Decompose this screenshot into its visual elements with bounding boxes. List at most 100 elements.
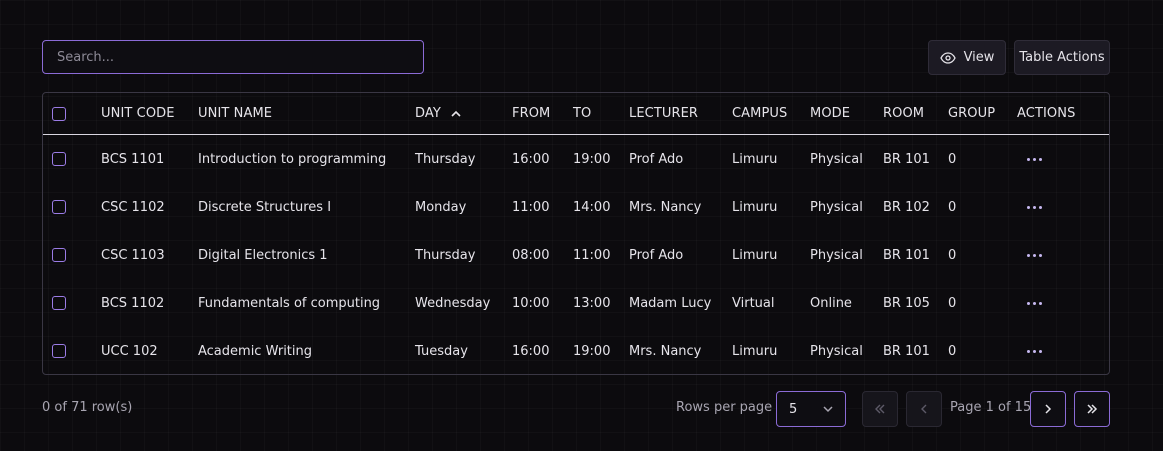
- row-actions-cell[interactable]: [1027, 135, 1042, 183]
- cell-campus: Virtual: [732, 295, 775, 311]
- cell-from: 11:00: [512, 199, 550, 215]
- cell-unit-code: CSC 1103: [101, 247, 165, 263]
- cell-lecturer: Prof Ado: [629, 247, 684, 263]
- cell-group: 0: [948, 199, 957, 215]
- cell-mode: Physical: [810, 343, 863, 359]
- column-header-to[interactable]: TO: [573, 93, 591, 134]
- table-row: BCS 1101 Introduction to programming Thu…: [43, 135, 1109, 183]
- cell-day: Tuesday: [415, 343, 468, 359]
- column-header-unit-name[interactable]: UNIT NAME: [198, 93, 272, 134]
- cell-room: BR 105: [883, 295, 930, 311]
- table-row: CSC 1103 Digital Electronics 1 Thursday …: [43, 231, 1109, 279]
- first-page-button[interactable]: [862, 391, 898, 427]
- next-page-button[interactable]: [1030, 391, 1066, 427]
- row-actions-cell[interactable]: [1027, 327, 1042, 374]
- chevron-right-icon: [1045, 404, 1052, 414]
- cell-day: Wednesday: [415, 295, 491, 311]
- cell-campus: Limuru: [732, 247, 778, 263]
- search-field[interactable]: [42, 40, 424, 74]
- cell-unit-name: Academic Writing: [198, 343, 313, 359]
- cell-mode: Physical: [810, 151, 863, 167]
- cell-unit-name: Digital Electronics 1: [198, 247, 328, 263]
- column-header-unit-code[interactable]: UNIT CODE: [101, 93, 175, 134]
- row-checkbox-cell[interactable]: [52, 135, 66, 183]
- cell-unit-name: Discrete Structures I: [198, 199, 332, 215]
- table-row: CSC 1102 Discrete Structures I Monday 11…: [43, 183, 1109, 231]
- cell-unit-code: BCS 1102: [101, 295, 165, 311]
- cell-to: 13:00: [573, 295, 611, 311]
- rows-per-page-label: Rows per page: [676, 400, 773, 415]
- cell-mode: Physical: [810, 199, 863, 215]
- column-header-lecturer[interactable]: LECTURER: [629, 93, 698, 134]
- cell-from: 10:00: [512, 295, 550, 311]
- column-header-room[interactable]: ROOM: [883, 93, 924, 134]
- selection-count: 0 of 71 row(s): [42, 400, 133, 415]
- table-actions-label: Table Actions: [1019, 50, 1105, 65]
- column-header-day[interactable]: DAY: [415, 93, 461, 134]
- select-all-checkbox[interactable]: [52, 106, 66, 121]
- cell-mode: Physical: [810, 247, 863, 263]
- row-checkbox[interactable]: [52, 248, 66, 262]
- table-row: UCC 102 Academic Writing Tuesday 16:00 1…: [43, 327, 1109, 374]
- cell-lecturer: Mrs. Nancy: [629, 343, 702, 359]
- cell-unit-code: UCC 102: [101, 343, 158, 359]
- column-header-group[interactable]: GROUP: [948, 93, 995, 134]
- view-button-label: View: [963, 50, 995, 65]
- table-row: BCS 1102 Fundamentals of computing Wedne…: [43, 279, 1109, 327]
- more-horizontal-icon[interactable]: [1027, 253, 1042, 257]
- search-input[interactable]: [55, 48, 423, 66]
- chevron-left-icon: [921, 404, 927, 414]
- more-horizontal-icon[interactable]: [1027, 349, 1042, 353]
- view-button[interactable]: View: [928, 40, 1006, 75]
- rows-per-page-select[interactable]: 5: [776, 391, 846, 427]
- page-indicator: Page 1 of 15: [950, 400, 1032, 415]
- cell-room: BR 101: [883, 247, 930, 263]
- row-actions-cell[interactable]: [1027, 183, 1042, 231]
- row-checkbox[interactable]: [52, 200, 66, 214]
- cell-campus: Limuru: [732, 343, 778, 359]
- column-header-actions: ACTIONS: [1017, 106, 1076, 121]
- data-table: UNIT CODE UNIT NAME DAY FROM TO LECTURER…: [42, 92, 1110, 375]
- cell-day: Thursday: [415, 151, 476, 167]
- eye-icon: [939, 51, 956, 64]
- cell-to: 19:00: [573, 343, 611, 359]
- rows-per-page-value: 5: [789, 401, 798, 417]
- chevron-down-icon: [823, 405, 833, 412]
- more-horizontal-icon[interactable]: [1027, 205, 1042, 209]
- cell-unit-name: Fundamentals of computing: [198, 295, 381, 311]
- more-horizontal-icon[interactable]: [1027, 157, 1042, 161]
- cell-unit-name: Introduction to programming: [198, 151, 387, 167]
- cell-to: 14:00: [573, 199, 611, 215]
- cell-lecturer: Mrs. Nancy: [629, 199, 702, 215]
- row-checkbox[interactable]: [52, 344, 66, 358]
- row-actions-cell[interactable]: [1027, 279, 1042, 327]
- select-all-checkbox-cell[interactable]: [52, 93, 66, 134]
- cell-mode: Online: [810, 295, 852, 311]
- row-checkbox-cell[interactable]: [52, 231, 66, 279]
- previous-page-button[interactable]: [906, 391, 942, 427]
- row-checkbox-cell[interactable]: [52, 183, 66, 231]
- more-horizontal-icon[interactable]: [1027, 301, 1042, 305]
- row-checkbox[interactable]: [52, 152, 66, 166]
- table-actions-button[interactable]: Table Actions: [1014, 40, 1110, 75]
- cell-day: Thursday: [415, 247, 476, 263]
- last-page-button[interactable]: [1074, 391, 1110, 427]
- cell-group: 0: [948, 151, 957, 167]
- cell-campus: Limuru: [732, 199, 778, 215]
- cell-from: 08:00: [512, 247, 550, 263]
- cell-lecturer: Prof Ado: [629, 151, 684, 167]
- column-header-campus[interactable]: CAMPUS: [732, 93, 787, 134]
- row-actions-cell[interactable]: [1027, 231, 1042, 279]
- column-header-from[interactable]: FROM: [512, 93, 550, 134]
- cell-room: BR 101: [883, 151, 930, 167]
- cell-lecturer: Madam Lucy: [629, 295, 712, 311]
- cell-group: 0: [948, 247, 957, 263]
- row-checkbox-cell[interactable]: [52, 279, 66, 327]
- row-checkbox[interactable]: [52, 296, 66, 310]
- cell-group: 0: [948, 295, 957, 311]
- cell-to: 19:00: [573, 151, 611, 167]
- column-header-mode[interactable]: MODE: [810, 93, 850, 134]
- table-header-row: UNIT CODE UNIT NAME DAY FROM TO LECTURER…: [43, 93, 1109, 135]
- cell-room: BR 102: [883, 199, 930, 215]
- row-checkbox-cell[interactable]: [52, 327, 66, 374]
